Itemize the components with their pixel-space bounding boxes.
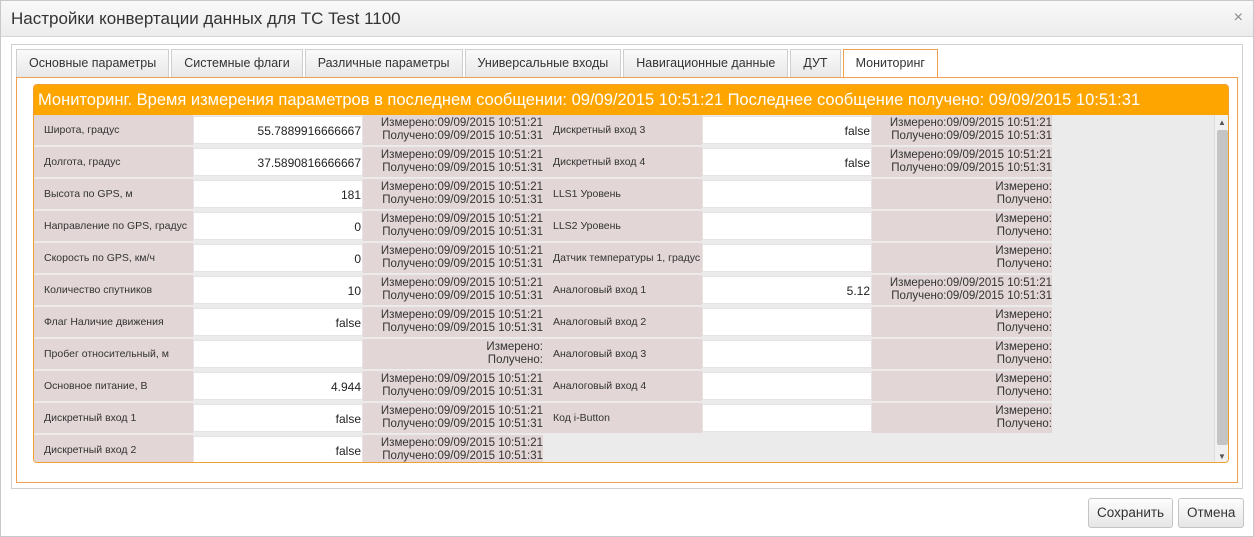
param-timestamps: Измерено: Получено: [872,403,1052,433]
param-row: LLS2 Уровень Измерено: Получено: [34,211,1054,241]
tab-universal-inputs[interactable]: Универсальные входы [464,49,622,77]
param-label: Дискретный вход 4 [543,147,702,177]
param-label: Аналоговый вход 2 [543,307,702,337]
received-time: Получено:09/09/2015 10:51:31 [891,162,1052,174]
dialog-title: Настройки конвертации данных для ТС Test… [11,9,401,28]
param-value-field[interactable] [702,340,872,368]
tab-monitoring[interactable]: Мониторинг [842,49,938,79]
received-time: Получено: [996,258,1052,270]
param-label: Дискретный вход 3 [543,115,702,145]
param-value-field[interactable] [702,372,872,400]
tab-system-flags[interactable]: Системные флаги [171,49,303,77]
param-timestamps: Измерено:09/09/2015 10:51:21 Получено:09/… [872,115,1052,145]
measured-time: Измерено: [995,213,1052,225]
save-button[interactable]: Сохранить [1088,498,1174,528]
tab-panel: Основные параметры Системные флаги Разли… [11,44,1243,489]
param-row: Аналоговый вход 1 5.12 Измерено:09/09/2015… [34,275,1054,305]
param-row: Дискретный вход 3 false Измерено:09/09/201… [34,115,1054,145]
close-icon[interactable]: × [1234,9,1243,27]
tab-dut[interactable]: ДУТ [790,49,841,77]
param-timestamps: Измерено: Получено: [872,307,1052,337]
param-value-field[interactable]: false [702,116,872,144]
param-label: Аналоговый вход 1 [543,275,702,305]
measured-time: Измерено:09/09/2015 10:51:21 [889,149,1052,161]
monitoring-panel: Мониторинг. Время измерения параметров в… [33,84,1229,463]
param-value-field[interactable] [702,404,872,432]
param-row: Датчик температуры 1, градус Измерено: Пол… [34,243,1054,273]
param-row: Дискретный вход 2 false Измерено:09/09/201… [34,435,1054,462]
measured-time: Измерено: [995,341,1052,353]
param-row: Дискретный вход 4 false Измерено:09/09/201… [34,147,1054,177]
scroll-up-icon[interactable]: ▲ [1218,118,1226,127]
measured-time: Измерено: [995,309,1052,321]
tab-main-params[interactable]: Основные параметры [16,49,170,77]
received-time: Получено: [996,226,1052,238]
param-timestamps: Измерено: Получено: [872,371,1052,401]
param-value-field[interactable] [702,180,872,208]
param-label: Аналоговый вход 3 [543,339,702,369]
param-timestamps: Измерено: Получено: [872,179,1052,209]
param-timestamps: Измерено:09/09/2015 10:51:21 Получено:09/… [872,275,1052,305]
received-time: Получено: [996,194,1052,206]
measured-time: Измерено:09/09/2015 10:51:21 [889,277,1052,289]
param-label: Дискретный вход 2 [34,435,193,462]
tab-various-params[interactable]: Различные параметры [304,49,463,77]
param-timestamps: Измерено: Получено: [872,339,1052,369]
param-label: LLS2 Уровень [543,211,702,241]
param-row: LLS1 Уровень Измерено: Получено: [34,179,1054,209]
measured-time: Измерено:09/09/2015 10:51:21 [889,117,1052,129]
tab-strip: Основные параметры Системные флаги Разли… [16,49,940,79]
param-value-field[interactable]: 5.12 [702,276,872,304]
cancel-button[interactable]: Отмена [1178,498,1245,528]
measured-time: Измерено: [995,373,1052,385]
vertical-scrollbar[interactable]: ▲ ▼ [1214,115,1228,462]
received-time: Получено: [996,354,1052,366]
param-label: Аналоговый вход 4 [543,371,702,401]
settings-dialog: Настройки конвертации данных для ТС Test… [0,0,1254,537]
received-time: Получено: [996,418,1052,430]
received-time: Получено: [996,386,1052,398]
param-label: Датчик температуры 1, градус [543,243,702,273]
tab-content: Мониторинг. Время измерения параметров в… [16,77,1238,483]
param-label: Код i-Button [543,403,702,433]
measured-time: Измерено: [995,405,1052,417]
parameters-grid: Широта, градус 55.7889916666667 Измерено:0… [34,115,1214,462]
param-value-field[interactable]: false [702,148,872,176]
param-timestamps: Измерено:09/09/2015 10:51:21 Получено:09/… [872,147,1052,177]
param-value-field[interactable] [702,308,872,336]
received-time: Получено:09/09/2015 10:51:31 [382,450,543,462]
measured-time: Измерено: [995,181,1052,193]
param-label: LLS1 Уровень [543,179,702,209]
title-bar: Настройки конвертации данных для ТС Test… [1,1,1253,37]
received-time: Получено:09/09/2015 10:51:31 [891,130,1052,142]
param-row: Код i-Button Измерено: Получено: [34,403,1054,433]
param-value-field[interactable] [702,244,872,272]
param-value-field[interactable]: false [193,436,363,462]
param-row: Аналоговый вход 3 Измерено: Получено: [34,339,1054,369]
scroll-thumb[interactable] [1217,130,1228,445]
measured-time: Измерено:09/09/2015 10:51:21 [380,437,543,449]
received-time: Получено:09/09/2015 10:51:31 [891,290,1052,302]
tab-navigation-data[interactable]: Навигационные данные [623,49,789,77]
param-value-field[interactable] [702,212,872,240]
param-row: Аналоговый вход 2 Измерено: Получено: [34,307,1054,337]
param-timestamps: Измерено: Получено: [872,211,1052,241]
param-timestamps: Измерено:09/09/2015 10:51:21 Получено:09/… [363,435,543,462]
received-time: Получено: [996,322,1052,334]
monitoring-banner: Мониторинг. Время измерения параметров в… [34,85,1228,115]
param-timestamps: Измерено: Получено: [872,243,1052,273]
param-row: Аналоговый вход 4 Измерено: Получено: [34,371,1054,401]
scroll-down-icon[interactable]: ▼ [1218,452,1226,461]
measured-time: Измерено: [995,245,1052,257]
